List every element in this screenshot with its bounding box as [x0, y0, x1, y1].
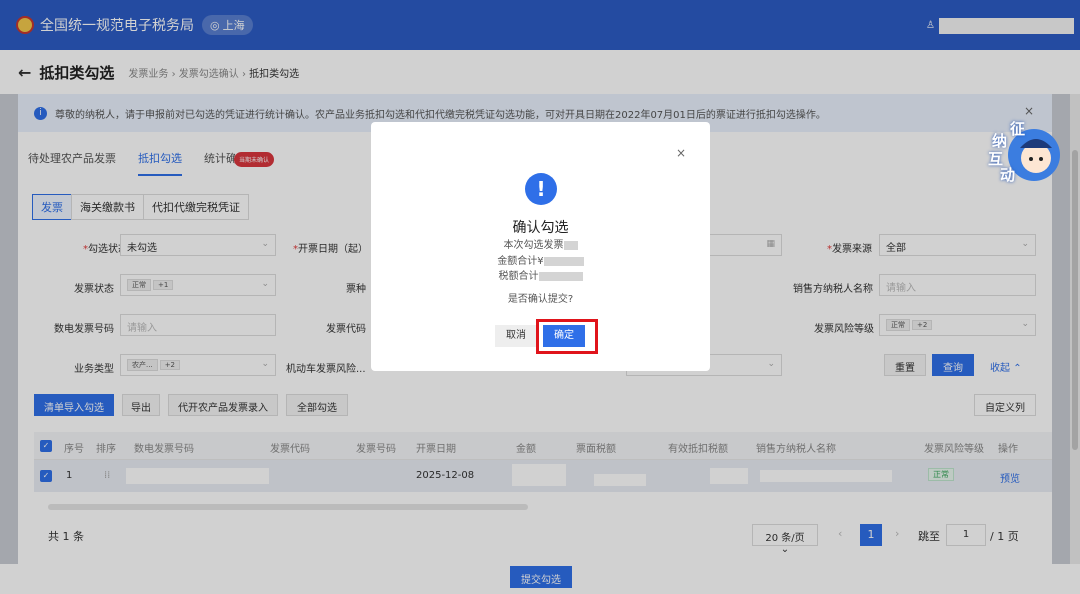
dialog-title: 确认勾选: [512, 220, 569, 236]
dialog-line-amount: 金额合计¥: [371, 252, 710, 267]
redacted-value: [538, 271, 583, 281]
info-alert-icon: !: [525, 173, 557, 205]
mascot-char: 征: [1010, 120, 1026, 138]
highlight-box: [536, 319, 598, 354]
close-icon[interactable]: ×: [676, 146, 686, 160]
dialog-line-count: 本次勾选发票: [371, 236, 710, 251]
redacted-value: [563, 240, 578, 250]
dialog-line-tax: 税额合计: [371, 267, 710, 282]
mascot-char: 动: [1000, 166, 1016, 184]
dialog-question: 是否确认提交?: [507, 294, 574, 305]
mascot-widget[interactable]: 征 纳 互 动: [984, 118, 1064, 188]
cancel-button[interactable]: 取消: [495, 325, 537, 347]
redacted-value: [543, 256, 584, 266]
